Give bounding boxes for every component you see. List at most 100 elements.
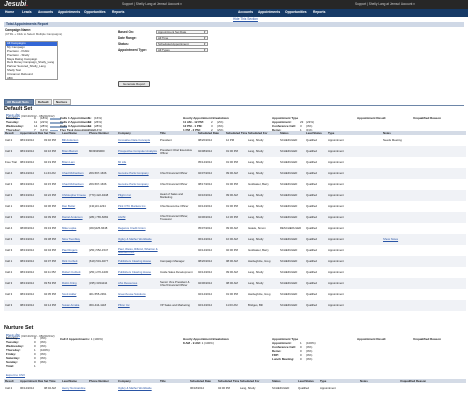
table-cell[interactable]: Mi Life [117, 157, 159, 168]
table-cell[interactable]: AGISI [117, 212, 159, 224]
nav-accounts[interactable]: Accounts [38, 10, 53, 15]
table-cell: (251) 552-1547 [89, 248, 109, 253]
table-cell[interactable]: Ogilvy & Mather Worldwide [117, 234, 159, 246]
table-cell[interactable]: Dan Butler [61, 201, 88, 212]
table-row[interactable]: Call 3 08/13/2012 04:14 PM Susan Arnalia 300… [4, 300, 466, 312]
nurture-period-stat-pct: (0%) [40, 360, 47, 364]
table-cell[interactable] [382, 289, 466, 300]
table-row[interactable]: Call 2 08/13/2012 03:40 PM Bill Anderson Inn… [4, 135, 466, 146]
table-cell[interactable]: Regence Credit Union [117, 223, 159, 234]
table-cell[interactable]: Robin Kring [61, 278, 88, 290]
column-header[interactable]: Scheduled Time [217, 379, 239, 384]
export-csv-link[interactable]: Export to CSV [6, 373, 25, 378]
nav-accounts-right[interactable]: Accounts [238, 10, 253, 15]
nav-opportunities-right[interactable]: Opportunities [285, 10, 307, 15]
table-cell[interactable] [382, 179, 466, 190]
table-cell[interactable]: Rick Corbett [61, 256, 88, 268]
date-range-select[interactable]: All Time ▼ [156, 36, 208, 41]
table-cell[interactable] [382, 146, 466, 158]
table-cell[interactable]: ASL Resources [117, 278, 159, 290]
support-menu-right[interactable]: Support | Shelly Lang at Jemso! Account … [355, 2, 415, 7]
table-cell[interactable]: Bill Anderson [61, 135, 88, 146]
table-cell[interactable]: Brian Barrett [61, 146, 88, 158]
table-cell[interactable]: Show Notes [382, 234, 466, 246]
table-cell[interactable]: Paul Rogers [61, 245, 88, 256]
table-cell[interactable] [382, 223, 466, 234]
table-cell[interactable] [382, 278, 466, 290]
table-cell[interactable]: Susan Arnalia [61, 300, 88, 312]
table-row[interactable]: Call 3 08/13/2012 03:53 PM Robin Kring (335)… [4, 278, 466, 290]
table-cell[interactable] [382, 256, 466, 268]
column-header[interactable]: Appointment Date [19, 379, 43, 384]
table-row[interactable]: Call 3 08/13/2012 04:22 PM Christopher Froe… [4, 190, 466, 202]
support-menu[interactable]: Support | Shelly Lang at Jemso! Account … [122, 2, 182, 7]
nav-appointments[interactable]: Appointments [58, 10, 80, 15]
based-on-select[interactable]: Appointment Set Date ▼ [156, 30, 208, 35]
table-row[interactable]: Call 3 08/13/2012 04:05 PM Scott Adder 401-5… [4, 289, 466, 300]
table-cell [399, 383, 466, 394]
table-cell[interactable]: Paul, Weiss, Rifkind, Wharton & Garrison… [117, 245, 159, 256]
table-cell[interactable] [382, 300, 466, 312]
table-row[interactable]: Call 2 08/13/2012 04:11 PM Robert Corbett (2… [4, 267, 466, 278]
table-cell[interactable]: Genuine Parts Company [117, 168, 159, 180]
table-cell[interactable] [359, 383, 399, 394]
table-cell[interactable] [382, 267, 466, 278]
campaign-listbox[interactable]: All Campaigns My Campaign Precision - Pu… [5, 41, 58, 80]
table-cell: Lang, Shelly [248, 160, 264, 165]
column-header[interactable]: Appointment Date [19, 131, 43, 136]
table-row[interactable]: Call 3 08/13/2012 04:16 PM Brian Barrett 803… [4, 146, 466, 158]
table-row[interactable]: Call 4 08/14/2012 11:43 AM Chad Richardson 2… [4, 168, 466, 180]
table-cell[interactable]: Needs Meeting [382, 135, 466, 146]
table-cell[interactable]: Pfizer Inc [117, 300, 159, 312]
table-cell[interactable]: Brian Lam [61, 157, 88, 168]
table-cell[interactable]: Pink OTC Markets Inc. [117, 201, 159, 212]
table-cell[interactable]: Prospective Computer Analysts [117, 146, 159, 158]
table-cell[interactable]: Chad Richardson [61, 179, 88, 190]
table-cell[interactable]: Publishers Clearing House [117, 256, 159, 268]
table-cell[interactable]: Christopher Froese [61, 190, 88, 202]
table-row[interactable]: Call 2 06/14/2012 08:02 AM Henry Normandine… [4, 383, 466, 394]
campaign-option[interactable]: ABC [6, 77, 57, 81]
table-cell[interactable] [382, 190, 466, 202]
table-cell[interactable]: Pilgrim Inc [117, 190, 159, 202]
generate-report-button[interactable]: Generate Report [118, 81, 150, 87]
nav-reports-right[interactable]: Reports [313, 10, 325, 15]
table-cell[interactable]: Mike Lupke [61, 223, 88, 234]
table-cell[interactable] [382, 212, 466, 224]
table-cell[interactable]: Chad Richardson [61, 168, 88, 180]
nav-home[interactable]: Home [5, 10, 14, 15]
table-row[interactable]: Call 3 08/13/2012 04:15 PM Chad Richardson 2… [4, 179, 466, 190]
table-cell[interactable]: Nina Tremblay [61, 234, 88, 246]
table-cell[interactable]: Daniel Anderson [61, 212, 88, 224]
table-cell[interactable]: Ogilvy & Mather Worldwide [117, 383, 159, 394]
table-cell[interactable]: Scott Adder [61, 289, 88, 300]
nav-leads[interactable]: Leads [22, 10, 32, 15]
nav-opportunities[interactable]: Opportunities [84, 10, 106, 15]
table-row[interactable]: Free Trial 08/13/2012 04:19 PM Brian Lam Mi … [4, 157, 466, 168]
table-cell: 08/14/2012 [19, 168, 43, 180]
table-cell[interactable] [382, 168, 466, 180]
table-cell[interactable]: Publishers Clearing House [117, 267, 159, 278]
column-header[interactable]: Scheduled Time [225, 131, 247, 136]
based-on-label: Based On: [118, 30, 134, 34]
table-row[interactable]: Call 1 08/13/2012 04:06 PM Dan Butler (131)2… [4, 201, 466, 212]
table-cell[interactable]: Genuine Parts Company [117, 179, 159, 190]
table-cell: 11:43 AM [43, 168, 61, 180]
table-row[interactable]: Call 3 08/13/2012 03:38 PM Nina Tremblay Ogi… [4, 234, 466, 246]
table-cell[interactable]: Henry Normandine [61, 383, 88, 394]
status-select[interactable]: Scheduled Appointment ▼ [156, 42, 208, 47]
table-row[interactable]: Call 3 08/13/2012 04:09 PM Daniel Anderson(… [4, 212, 466, 224]
table-cell[interactable] [382, 157, 466, 168]
table-cell[interactable] [382, 201, 466, 212]
appointment-type-select[interactable]: All Types ▼ [156, 48, 208, 53]
nav-reports[interactable]: Reports [112, 10, 124, 15]
table-cell[interactable]: Greenhouse Solutions [117, 289, 159, 300]
table-cell[interactable] [382, 245, 466, 256]
table-row[interactable]: Call 3 08/13/2012 04:04 PM Paul Rogers (251)… [4, 245, 466, 256]
table-cell[interactable]: Innovative Data Concepts [117, 135, 159, 146]
table-row[interactable]: Call 4 08/06/2012 03:43 PM Mike Lupke (303)4… [4, 223, 466, 234]
nav-appointments-right[interactable]: Appointments [258, 10, 280, 15]
table-row[interactable]: Call 1 08/13/2012 04:07 PM Rick Corbett (619… [4, 256, 466, 268]
chevron-down-icon: ▼ [203, 31, 206, 35]
table-cell[interactable]: Robert Corbett [61, 267, 88, 278]
